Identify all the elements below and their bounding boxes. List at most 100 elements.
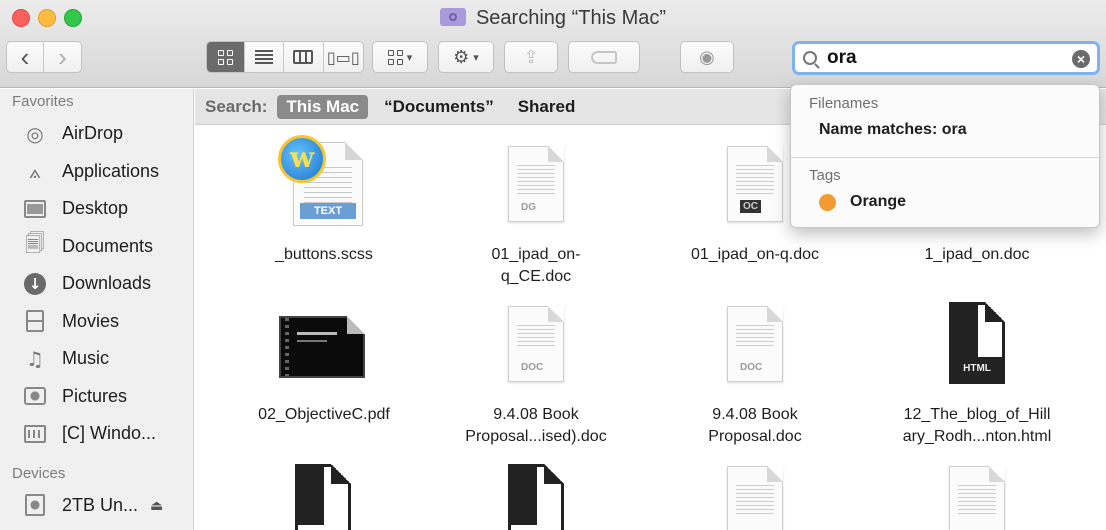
airdrop-icon: ◎ xyxy=(26,121,44,146)
forward-button[interactable]: › xyxy=(44,42,81,72)
divider xyxy=(791,157,1099,158)
gear-icon: ⚙ xyxy=(453,46,470,67)
file-name: Proposal...ised).doc xyxy=(465,428,607,445)
html-file-icon[interactable] xyxy=(295,464,351,530)
column-view-icon xyxy=(293,50,314,64)
tag-label: Orange xyxy=(850,193,907,210)
drive-icon xyxy=(22,494,48,517)
file-name: 01_ipad_on-q.doc xyxy=(690,246,820,263)
tag-button[interactable] xyxy=(568,41,640,73)
search-suggestions-menu: Filenames Name matches: ora Tags Orange xyxy=(790,84,1100,228)
sidebar-item-pictures[interactable]: Pictures xyxy=(0,378,193,416)
file-item[interactable]: HTML 12_The_blog_of_Hill ary_Rodh...nton… xyxy=(870,300,1084,450)
suggestion-heading-filenames: Filenames xyxy=(809,95,879,112)
sidebar-item-downloads[interactable]: ↓ Downloads xyxy=(0,265,193,303)
sidebar-item-label: Documents xyxy=(62,235,154,256)
cover-flow-icon: ▯▭▯ xyxy=(326,47,360,67)
documents-icon: 🗐 xyxy=(25,231,45,256)
view-mode-control: ▯▭▯ xyxy=(206,41,364,73)
icon-view-button[interactable] xyxy=(207,42,245,72)
doc-file-icon: DOC xyxy=(727,306,783,382)
clear-search-icon[interactable]: × xyxy=(1072,50,1090,68)
suggestion-name-matches[interactable]: Name matches: ora xyxy=(819,121,967,139)
sidebar-item-documents[interactable]: 🗐 Documents xyxy=(0,228,193,266)
sidebar-item-windows-share[interactable]: [C] Windo... xyxy=(0,415,193,453)
sidebar-item-label: AirDrop xyxy=(62,123,124,144)
eye-icon: ◉ xyxy=(699,46,715,67)
quick-look-button[interactable]: ◉ xyxy=(680,41,734,73)
file-name: ary_Rodh...nton.html xyxy=(902,428,1052,445)
sidebar-item-label: Downloads xyxy=(62,273,152,294)
movies-icon xyxy=(22,310,48,333)
doc-file-icon: DOC xyxy=(508,306,564,382)
file-item[interactable]: DOC 9.4.08 Book Proposal.doc xyxy=(648,300,862,450)
list-view-icon xyxy=(254,50,273,64)
doc-file-icon: DG xyxy=(508,146,564,222)
chevron-down-icon: ▾ xyxy=(406,51,413,64)
scope-label: Search: xyxy=(205,96,268,116)
share-button[interactable]: ⇪ xyxy=(504,41,558,73)
file-name: Proposal.doc xyxy=(708,428,802,445)
text-file-icon: w TEXT xyxy=(278,135,363,226)
chevron-down-icon: ▾ xyxy=(473,51,479,64)
windows-drive-icon xyxy=(22,423,48,445)
window-title: Searching “This Mac” xyxy=(0,7,1106,30)
doc-file-icon[interactable] xyxy=(949,466,1005,530)
arrange-button[interactable]: ▾ xyxy=(372,41,428,73)
list-view-button[interactable] xyxy=(245,42,285,72)
toolbar: Searching “This Mac” ‹ › ▯▭▯ ▾ ⚙ ▾ ⇪ ◉ o… xyxy=(0,0,1106,88)
share-icon: ⇪ xyxy=(523,46,539,67)
sidebar: Favorites ◎ AirDrop ⟑ Applications Deskt… xyxy=(0,89,194,530)
file-name: _buttons.scss xyxy=(275,246,373,263)
sidebar-item-label: Applications xyxy=(62,160,160,181)
column-view-button[interactable] xyxy=(284,42,324,72)
desktop-icon xyxy=(22,198,48,220)
sidebar-item-2tb-drive[interactable]: 2TB Un... ⏏ xyxy=(0,487,193,525)
sidebar-item-label: 2TB Un... xyxy=(62,494,139,515)
sidebar-heading-favorites: Favorites xyxy=(12,93,74,110)
file-name: 12_The_blog_of_Hill xyxy=(903,406,1051,423)
file-name: 9.4.08 Book xyxy=(712,406,798,423)
scope-documents[interactable]: “Documents” xyxy=(384,97,494,117)
finder-window: Searching “This Mac” ‹ › ▯▭▯ ▾ ⚙ ▾ ⇪ ◉ o… xyxy=(0,0,1106,530)
file-item[interactable]: DG 01_ipad_on- q_CE.doc xyxy=(429,136,643,286)
applications-icon: ⟑ xyxy=(28,159,42,184)
orange-tag-dot-icon xyxy=(819,193,836,211)
suggestion-tag-orange[interactable]: Orange xyxy=(819,193,906,211)
suggestion-heading-tags: Tags xyxy=(809,167,841,184)
file-item[interactable]: w TEXT _buttons.scss xyxy=(217,135,431,276)
sidebar-item-label: Movies xyxy=(62,310,120,331)
music-icon: ♫ xyxy=(26,346,44,371)
html-file-icon[interactable] xyxy=(508,464,564,530)
sidebar-item-desktop[interactable]: Desktop xyxy=(0,190,193,228)
sidebar-item-airdrop[interactable]: ◎ AirDrop xyxy=(0,115,193,153)
sidebar-item-music[interactable]: ♫ Music xyxy=(0,340,193,378)
scope-shared[interactable]: Shared xyxy=(518,97,576,117)
back-button[interactable]: ‹ xyxy=(7,42,45,72)
sidebar-item-movies[interactable]: Movies xyxy=(0,303,193,341)
doc-file-icon: OC xyxy=(727,146,783,222)
search-field[interactable]: ora × xyxy=(792,41,1100,75)
html-file-icon: HTML xyxy=(949,302,1005,384)
sidebar-item-applications[interactable]: ⟑ Applications xyxy=(0,153,193,191)
icon-view-icon xyxy=(217,49,233,65)
action-button[interactable]: ⚙ ▾ xyxy=(438,41,494,73)
sidebar-heading-devices: Devices xyxy=(12,464,66,482)
pictures-icon xyxy=(22,385,48,407)
file-item[interactable]: 02_ObjectiveC.pdf xyxy=(217,300,431,450)
sidebar-item-label: [C] Windo... xyxy=(62,423,157,444)
tag-icon xyxy=(591,50,617,64)
pdf-file-icon xyxy=(279,316,365,378)
sidebar-item-label: Music xyxy=(62,348,110,369)
search-input[interactable]: ora xyxy=(827,47,857,69)
scope-this-mac[interactable]: This Mac xyxy=(277,94,369,119)
sidebar-item-label: Desktop xyxy=(62,198,129,219)
file-name: 02_ObjectiveC.pdf xyxy=(258,406,390,423)
sidebar-item-label: Pictures xyxy=(62,385,128,406)
doc-file-icon[interactable] xyxy=(727,466,783,530)
file-name: 9.4.08 Book xyxy=(493,406,579,423)
eject-icon[interactable]: ⏏ xyxy=(150,497,163,514)
cover-flow-button[interactable]: ▯▭▯ xyxy=(324,42,363,72)
file-item[interactable]: DOC 9.4.08 Book Proposal...ised).doc xyxy=(429,300,643,450)
smart-folder-icon xyxy=(439,8,466,26)
